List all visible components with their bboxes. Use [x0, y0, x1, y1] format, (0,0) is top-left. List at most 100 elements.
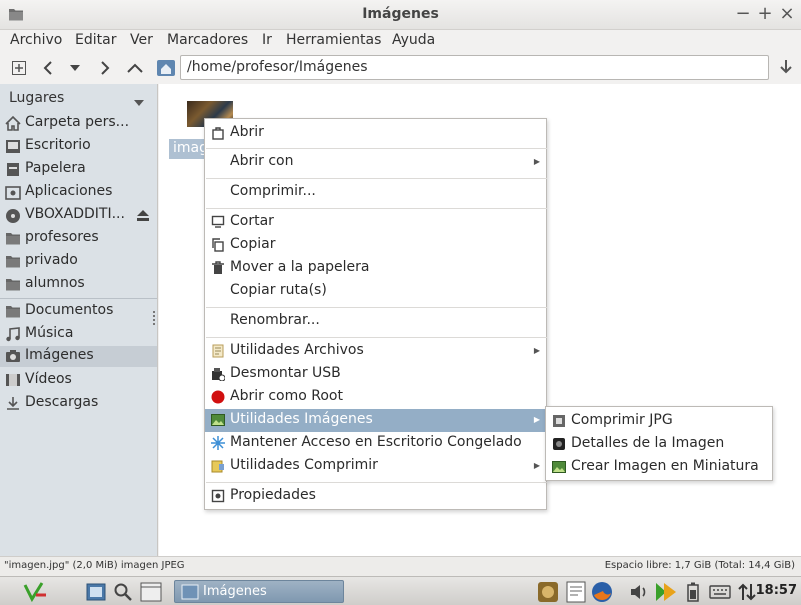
minimize-icon[interactable]: − — [732, 3, 754, 24]
menu-item-utilidades-archivos[interactable]: Utilidades Archivos ▶ — [205, 340, 546, 363]
menu-separator — [206, 178, 547, 179]
disc-icon — [5, 208, 21, 228]
file-manager-launcher-icon[interactable] — [85, 581, 107, 602]
menu-item-abrir-con[interactable]: Abrir con ▶ — [205, 151, 546, 174]
volume-icon[interactable] — [628, 581, 650, 602]
menu-item-desmontar-usb[interactable]: Desmontar USB — [205, 363, 546, 386]
image-details-icon — [552, 437, 566, 455]
sidebar-item-privado[interactable]: privado — [0, 251, 157, 272]
camera-icon — [5, 349, 21, 367]
file-label[interactable]: imag — [169, 139, 207, 159]
sidebar-item-profesores[interactable]: profesores — [0, 228, 157, 249]
menu-archivo[interactable]: Archivo — [10, 32, 62, 48]
menu-item-utilidades-comprimir[interactable]: Utilidades Comprimir ▶ — [205, 455, 546, 478]
menu-item-utilidades-imagenes[interactable]: Utilidades Imágenes ▶ — [205, 409, 546, 432]
submenu-item-comprimir-jpg[interactable]: Comprimir JPG — [546, 410, 772, 433]
sidebar-item-imagenes[interactable]: Imágenes — [0, 346, 157, 367]
status-bar: "imagen.jpg" (2,0 MiB) imagen JPEG Espac… — [0, 556, 801, 576]
thumbnail-icon — [552, 460, 566, 478]
compress-utils-icon — [211, 459, 225, 473]
history-dropdown-icon[interactable] — [64, 58, 86, 78]
compress-jpg-icon — [552, 414, 566, 432]
sidebar-item-musica[interactable]: Música — [0, 324, 157, 345]
menu-item-copiar[interactable]: Copiar — [205, 234, 546, 257]
menu-ver[interactable]: Ver — [130, 32, 153, 48]
location-bar[interactable]: /home/profesor/Imágenes — [180, 55, 769, 80]
chevron-down-icon[interactable] — [134, 94, 144, 110]
download-icon — [5, 396, 21, 415]
context-menu: Abrir Abrir con ▶ Comprimir... Cortar Co… — [204, 118, 547, 510]
sidebar-item-vboxadditions[interactable]: VBOXADDITI... — [0, 205, 157, 226]
trash-icon — [211, 261, 225, 275]
update-notifier-icon[interactable] — [653, 581, 679, 602]
clock[interactable]: 18:57 — [756, 583, 797, 598]
menu-item-mantener-acceso[interactable]: Mantener Acceso en Escritorio Congelado — [205, 432, 546, 455]
image-utils-icon — [211, 413, 225, 427]
sidebar-item-videos[interactable]: Vídeos — [0, 370, 157, 391]
menu-item-cortar[interactable]: Cortar — [205, 211, 546, 234]
firefox-icon[interactable] — [590, 581, 614, 602]
menu-ir[interactable]: Ir — [262, 32, 272, 48]
back-icon[interactable] — [37, 58, 59, 78]
menu-separator — [206, 482, 547, 483]
submenu-item-detalles-imagen[interactable]: Detalles de la Imagen — [546, 433, 772, 456]
status-file-info: "imagen.jpg" (2,0 MiB) imagen JPEG — [4, 560, 185, 571]
menu-item-renombrar[interactable]: Renombrar... — [205, 310, 546, 333]
video-icon — [5, 373, 21, 391]
up-icon[interactable] — [124, 58, 146, 78]
keyboard-icon[interactable] — [708, 581, 732, 602]
sidebar-divider — [0, 298, 157, 299]
snowflake-icon — [211, 436, 225, 450]
sidebar-item-aplicaciones[interactable]: Aplicaciones — [0, 182, 157, 203]
sidebar-item-carpeta-personal[interactable]: Carpeta pers... — [0, 113, 157, 134]
folder-icon — [181, 584, 199, 604]
root-icon — [211, 390, 225, 404]
network-icon[interactable] — [737, 581, 757, 602]
places-header[interactable]: Lugares — [9, 90, 64, 106]
menu-item-abrir[interactable]: Abrir — [205, 122, 546, 145]
menu-separator — [206, 148, 547, 149]
menu-separator — [206, 208, 547, 209]
sidebar-item-documentos[interactable]: Documentos — [0, 301, 157, 322]
forward-icon[interactable] — [94, 58, 116, 78]
menu-herramientas[interactable]: Herramientas — [286, 32, 381, 48]
desktop-switcher-icon[interactable] — [139, 581, 163, 602]
maximize-icon[interactable]: + — [754, 3, 776, 24]
documents-icon — [5, 304, 21, 322]
sidebar-item-papelera[interactable]: Papelera — [0, 159, 157, 180]
go-download-icon[interactable] — [775, 57, 797, 77]
new-tab-icon[interactable] — [8, 58, 30, 78]
properties-icon — [211, 489, 225, 503]
start-menu-icon[interactable] — [22, 581, 50, 602]
menu-item-copiar-ruta[interactable]: Copiar ruta(s) — [205, 280, 546, 303]
copy-icon — [211, 238, 225, 252]
menu-item-comprimir[interactable]: Comprimir... — [205, 181, 546, 204]
menu-editar[interactable]: Editar — [75, 32, 116, 48]
battery-icon — [686, 581, 700, 602]
search-icon[interactable] — [112, 581, 134, 602]
menu-item-mover-papelera[interactable]: Mover a la papelera — [205, 257, 546, 280]
eject-icon[interactable] — [137, 209, 149, 225]
sidebar-item-descargas[interactable]: Descargas — [0, 393, 157, 414]
document-viewer-icon[interactable] — [564, 581, 588, 602]
sidebar-item-alumnos[interactable]: alumnos — [0, 274, 157, 295]
sidebar: Lugares Carpeta pers... Escritorio Papel… — [0, 84, 158, 556]
taskbar: Imágenes 18:57 — [0, 576, 801, 605]
submenu-item-crear-miniatura[interactable]: Crear Imagen en Miniatura — [546, 456, 772, 479]
submenu-arrow-icon: ▶ — [533, 157, 540, 166]
image-utils-submenu: Comprimir JPG Detalles de la Imagen Crea… — [545, 406, 773, 481]
home-folder-icon[interactable] — [155, 58, 177, 78]
file-utils-icon — [211, 344, 225, 358]
trash-icon — [5, 162, 21, 181]
submenu-arrow-icon: ▶ — [533, 415, 540, 424]
menu-marcadores[interactable]: Marcadores — [167, 32, 248, 48]
submenu-arrow-icon: ▶ — [533, 346, 540, 355]
sidebar-item-escritorio[interactable]: Escritorio — [0, 136, 157, 157]
gimp-icon[interactable] — [536, 581, 560, 602]
close-icon[interactable]: × — [776, 3, 798, 24]
menu-ayuda[interactable]: Ayuda — [392, 32, 435, 48]
menu-item-abrir-root[interactable]: Abrir como Root — [205, 386, 546, 409]
taskbar-window-imagenes[interactable]: Imágenes — [174, 580, 344, 603]
menu-item-propiedades[interactable]: Propiedades — [205, 485, 546, 508]
applications-icon — [5, 185, 21, 204]
